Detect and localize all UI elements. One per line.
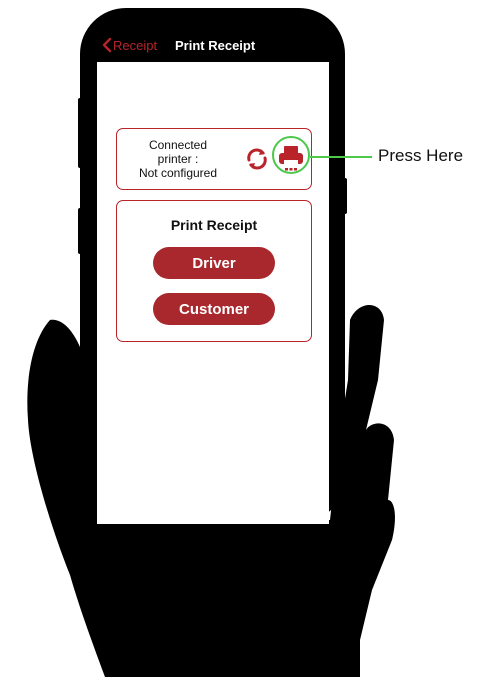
refresh-icon[interactable]	[244, 146, 270, 172]
nav-bar: Receipt Print Receipt	[97, 32, 329, 62]
back-button[interactable]: Receipt	[101, 37, 157, 53]
printer-status-line: printer :	[157, 152, 199, 166]
callout-label: Press Here	[378, 146, 464, 165]
driver-button[interactable]: Driver	[153, 247, 275, 279]
chevron-left-icon	[102, 37, 112, 53]
phone-side-button	[78, 208, 82, 254]
callout-line	[310, 156, 372, 158]
page-title: Print Receipt	[175, 38, 256, 53]
phone-side-button	[343, 178, 347, 214]
scene: Receipt Print Receipt Connected printer …	[0, 0, 501, 677]
phone-side-button	[78, 98, 82, 168]
printer-status-line: Connected	[148, 138, 208, 152]
printer-status-line: Not configured	[138, 166, 218, 180]
customer-button[interactable]: Customer	[153, 293, 275, 325]
screen-content: Connected printer : Not configured Print…	[97, 62, 329, 524]
back-label: Receipt	[113, 37, 158, 53]
printer-status-text: Connected printer : Not configured	[123, 138, 233, 180]
print-section-title: Print Receipt	[170, 217, 258, 233]
highlight-circle	[272, 136, 310, 174]
print-receipt-card: Print Receipt Driver Customer	[116, 200, 312, 342]
